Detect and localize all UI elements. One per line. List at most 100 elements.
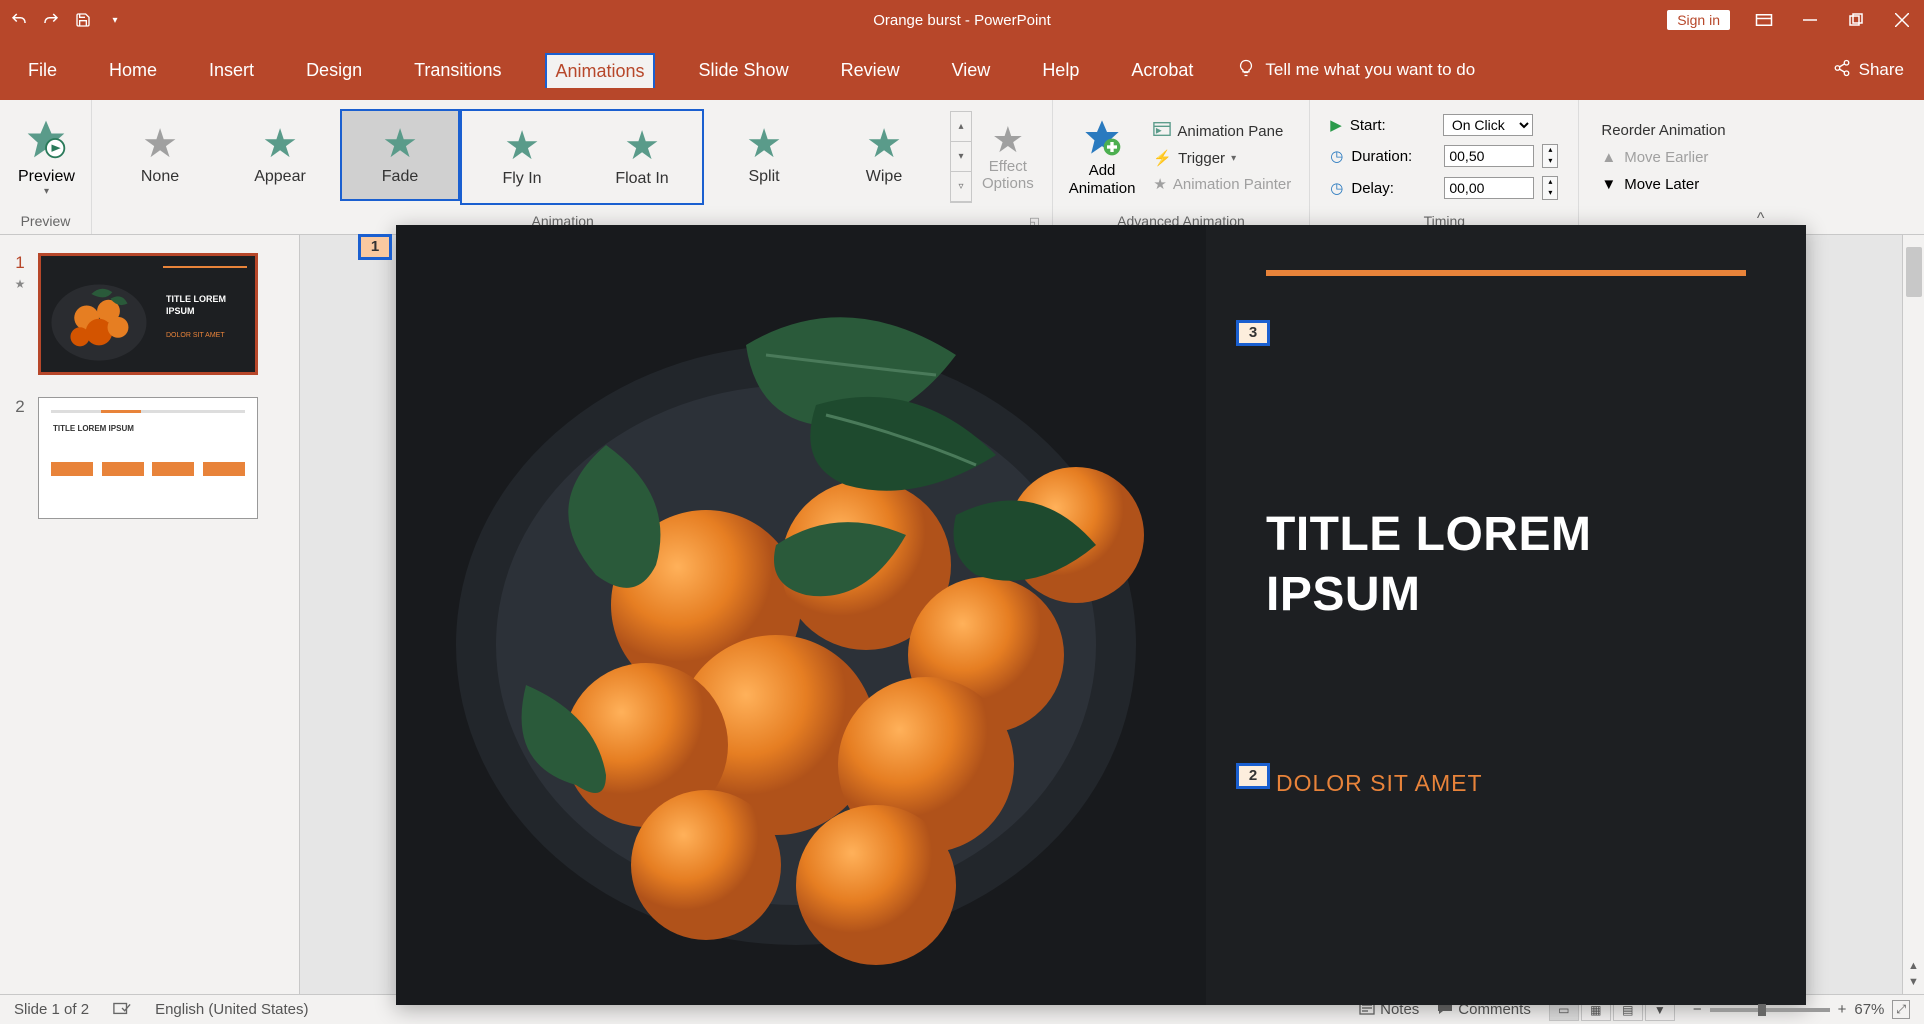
delay-clock-icon: ◷ [1330, 179, 1343, 197]
spellcheck-icon[interactable] [113, 1000, 131, 1020]
minimize-button[interactable] [1798, 8, 1822, 32]
zoom-in-button[interactable]: + [1838, 1001, 1847, 1018]
preview-button[interactable]: Preview ▾ [8, 113, 85, 201]
tell-me-label: Tell me what you want to do [1265, 60, 1475, 80]
add-animation-label: Add Animation [1069, 162, 1136, 198]
move-later-button[interactable]: ▼ Move Later [1601, 176, 1725, 193]
animation-order-tag-1[interactable]: 1 [358, 234, 392, 260]
animation-split-label: Split [748, 168, 779, 186]
quick-access-toolbar: ▾ [10, 11, 124, 29]
gallery-scroll-up[interactable]: ▴ [951, 112, 971, 142]
delay-label: Delay: [1351, 180, 1436, 197]
animation-painter-button[interactable]: ★ Animation Painter [1153, 175, 1291, 193]
collapse-ribbon-icon[interactable]: ^ [1748, 100, 1774, 234]
slide-picture[interactable] [396, 225, 1206, 1005]
save-button[interactable] [74, 11, 92, 29]
animation-flyin-label: Fly In [502, 170, 541, 188]
animation-pane-icon [1153, 121, 1171, 141]
animation-order-tag-3[interactable]: 3 [1236, 320, 1270, 346]
tab-review[interactable]: Review [833, 54, 908, 87]
animation-floatin[interactable]: ★ Float In [582, 111, 702, 203]
language-indicator[interactable]: English (United States) [155, 1001, 308, 1018]
zoom-slider[interactable] [1710, 1008, 1830, 1012]
start-label: Start: [1350, 117, 1435, 134]
animation-appear[interactable]: ★ Appear [220, 109, 340, 201]
thumb-number-2: 2 [10, 397, 30, 519]
ribbon-display-options-icon[interactable] [1752, 8, 1776, 32]
preview-label: Preview [18, 168, 75, 186]
star-icon: ★ [142, 124, 178, 164]
title-bar: ▾ Orange burst - PowerPoint Sign in [0, 0, 1924, 40]
start-play-icon: ▶ [1330, 116, 1342, 134]
gallery-expand[interactable]: ▿ [951, 172, 971, 202]
trigger-icon: ⚡ [1153, 149, 1172, 167]
thumb1-subtitle: DOLOR SIT AMET [166, 332, 225, 339]
main-area: 1 ★ TITLE LOREM IPSUM [0, 235, 1924, 994]
tab-insert[interactable]: Insert [201, 54, 262, 87]
next-slide-icon[interactable]: ▼ [1908, 976, 1919, 988]
redo-button[interactable] [42, 11, 60, 29]
slide-thumbnail-2[interactable]: TITLE LOREM IPSUM [38, 397, 258, 519]
effect-options-button: ★ Effect Options [972, 122, 1044, 192]
animation-none-label: None [141, 168, 179, 186]
animation-indicator-icon: ★ [15, 277, 26, 291]
tab-design[interactable]: Design [298, 54, 370, 87]
animation-wipe[interactable]: ★ Wipe [824, 109, 944, 201]
trigger-button[interactable]: ⚡ Trigger ▾ [1153, 149, 1291, 167]
lightbulb-icon [1237, 59, 1255, 82]
tab-transitions[interactable]: Transitions [406, 54, 509, 87]
qat-customize-icon[interactable]: ▾ [106, 11, 124, 29]
delay-spinner[interactable]: ▴▾ [1542, 176, 1558, 200]
star-icon: ★ [262, 124, 298, 164]
undo-button[interactable] [10, 11, 28, 29]
maximize-button[interactable] [1844, 8, 1868, 32]
slide-canvas-area: TITLE LOREM IPSUM DOLOR SIT AMET 1 2 3 [300, 235, 1902, 994]
add-animation-button[interactable]: Add Animation [1061, 117, 1144, 198]
tab-file[interactable]: File [20, 54, 65, 87]
animation-order-tag-2[interactable]: 2 [1236, 763, 1270, 789]
animation-pane-button[interactable]: Animation Pane [1153, 121, 1291, 141]
slide-indicator: Slide 1 of 2 [14, 1001, 89, 1018]
tab-acrobat[interactable]: Acrobat [1123, 54, 1201, 87]
animation-none[interactable]: ★ None [100, 109, 220, 201]
slide-accent-rule[interactable] [1266, 270, 1746, 276]
star-icon: ★ [866, 124, 902, 164]
animation-fade-label: Fade [382, 168, 418, 186]
start-select[interactable]: On Click [1443, 114, 1533, 136]
duration-input[interactable] [1444, 145, 1534, 167]
sign-in-button[interactable]: Sign in [1667, 10, 1730, 30]
animation-floatin-label: Float In [615, 170, 668, 188]
tab-view[interactable]: View [944, 54, 999, 87]
scrollbar-thumb[interactable] [1906, 247, 1922, 297]
star-icon: ★ [382, 124, 418, 164]
window-title: Orange burst - PowerPoint [873, 12, 1051, 29]
tab-animations[interactable]: Animations [545, 53, 654, 88]
tab-help[interactable]: Help [1034, 54, 1087, 87]
slide-subtitle-text[interactable]: DOLOR SIT AMET [1276, 770, 1483, 797]
delay-input[interactable] [1444, 177, 1534, 199]
animation-pane-label: Animation Pane [1177, 123, 1283, 140]
gallery-scroll-down[interactable]: ▾ [951, 142, 971, 172]
animation-flyin[interactable]: ★ Fly In [462, 111, 582, 203]
animation-split[interactable]: ★ Split [704, 109, 824, 201]
star-icon: ★ [504, 126, 540, 166]
slide-thumbnail-pane: 1 ★ TITLE LOREM IPSUM [0, 235, 300, 994]
animation-fade[interactable]: ★ Fade [340, 109, 460, 201]
tab-home[interactable]: Home [101, 54, 165, 87]
tab-slideshow[interactable]: Slide Show [691, 54, 797, 87]
slide-thumbnail-1[interactable]: TITLE LOREM IPSUM DOLOR SIT AMET [38, 253, 258, 375]
ribbon-tabs: File Home Insert Design Transitions Anim… [0, 40, 1924, 100]
ribbon: Preview ▾ Preview ★ None ★ Appear ★ Fade [0, 100, 1924, 235]
close-button[interactable] [1890, 8, 1914, 32]
fit-to-window-button[interactable]: ⤢ [1892, 1000, 1910, 1019]
prev-slide-icon[interactable]: ▲ [1908, 960, 1919, 972]
preview-group-label: Preview [8, 210, 83, 232]
vertical-scrollbar[interactable]: ▲ ▼ [1902, 235, 1924, 994]
move-later-label: Move Later [1624, 176, 1699, 193]
share-button[interactable]: Share [1833, 59, 1904, 82]
zoom-percent[interactable]: 67% [1854, 1001, 1884, 1018]
slide-title-text[interactable]: TITLE LOREM IPSUM [1266, 505, 1591, 625]
tell-me-search[interactable]: Tell me what you want to do [1237, 59, 1475, 82]
duration-spinner[interactable]: ▴▾ [1542, 144, 1558, 168]
slide[interactable]: TITLE LOREM IPSUM DOLOR SIT AMET 1 2 3 [396, 225, 1806, 1005]
